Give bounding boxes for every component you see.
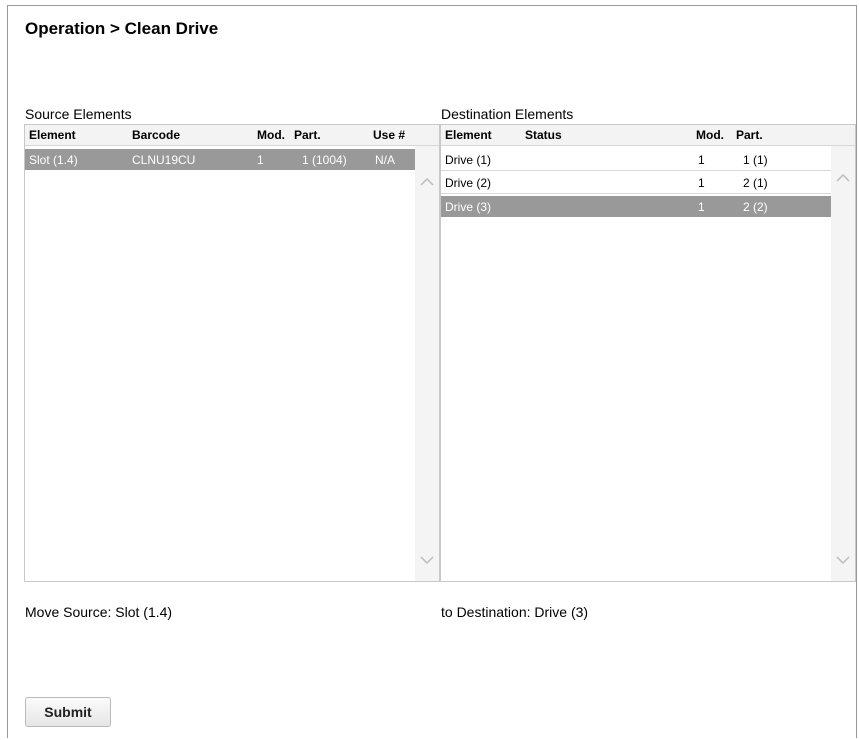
source-scrollbar[interactable] [415,146,439,581]
submit-button[interactable]: Submit [25,697,111,727]
column-header-mod[interactable]: Mod. [257,128,285,142]
column-header-use[interactable]: Use # [373,128,405,142]
column-header-part[interactable]: Part. [294,128,321,142]
source-elements-label: Source Elements [25,106,132,122]
cell-barcode: CLNU19CU [132,153,196,167]
destination-scrollbar[interactable] [831,146,855,581]
chevron-down-icon[interactable] [420,555,434,565]
move-source-text: Move Source: Slot (1.4) [25,604,173,620]
cell-use: N/A [375,153,396,167]
cell-element: Drive (2) [445,176,492,190]
chevron-up-icon[interactable] [420,177,434,187]
cell-part: 2 (1) [743,176,768,190]
destination-elements-label: Destination Elements [441,106,574,122]
column-header-element[interactable]: Element [445,128,492,142]
cell-part: 1 (1004) [302,153,347,167]
destination-row-drive-2[interactable]: Drive (2) 1 2 (1) [441,172,831,194]
column-header-element[interactable]: Element [29,128,76,142]
cell-mod: 1 [698,153,705,167]
source-table-header: Element Barcode Mod. Part. Use # [25,125,439,146]
column-header-part[interactable]: Part. [736,128,763,142]
cell-part: 1 (1) [743,153,768,167]
chevron-down-icon[interactable] [836,555,850,565]
destination-row-drive-1[interactable]: Drive (1) 1 1 (1) [441,149,831,171]
destination-row-drive-3[interactable]: Drive (3) 1 2 (2) [441,196,831,217]
source-elements-panel: Element Barcode Mod. Part. Use # Slot (1… [24,124,440,582]
destination-table-header: Element Status Mod. Part. [441,125,855,146]
cell-element: Drive (3) [445,200,492,214]
column-header-barcode[interactable]: Barcode [132,128,180,142]
destination-elements-panel: Element Status Mod. Part. Drive (1) 1 1 … [440,124,856,582]
page-title: Operation > Clean Drive [25,19,219,38]
cell-mod: 1 [698,200,705,214]
cell-element: Slot (1.4) [29,153,78,167]
cell-part: 2 (2) [743,200,768,214]
column-header-status[interactable]: Status [525,128,562,142]
source-row-slot-1-4[interactable]: Slot (1.4) CLNU19CU 1 1 (1004) N/A [25,149,415,170]
cell-element: Drive (1) [445,153,492,167]
to-destination-text: to Destination: Drive (3) [441,604,589,620]
cell-mod: 1 [257,153,264,167]
chevron-up-icon[interactable] [836,173,850,183]
cell-mod: 1 [698,176,705,190]
column-header-mod[interactable]: Mod. [696,128,724,142]
